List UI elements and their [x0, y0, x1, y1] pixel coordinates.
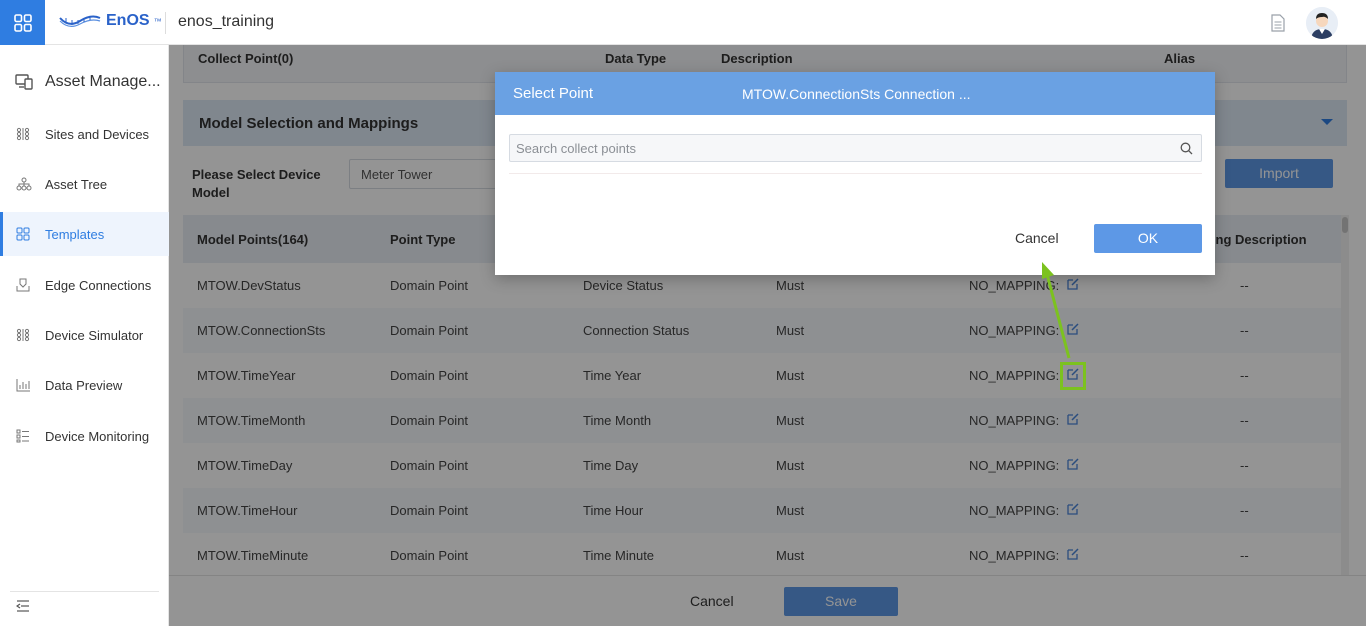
- select-point-dialog: Select Point MTOW.ConnectionSts Connecti…: [495, 72, 1215, 275]
- sidebar-item-label: Asset Tree: [45, 177, 108, 192]
- list-icon: [16, 429, 29, 443]
- dialog-divider: [509, 173, 1202, 174]
- document-icon[interactable]: [1270, 14, 1286, 35]
- edge-icon: [16, 278, 30, 292]
- collapse-sidebar-icon[interactable]: [15, 600, 30, 615]
- template-icon: [16, 227, 30, 241]
- dialog-ok-button[interactable]: OK: [1094, 224, 1202, 253]
- header-divider: [165, 12, 166, 34]
- simulator-icon: [16, 328, 30, 342]
- app-menu-button[interactable]: [0, 0, 45, 45]
- dialog-subtitle: MTOW.ConnectionSts Connection ...: [742, 86, 971, 102]
- sidebar-item-data-preview[interactable]: Data Preview: [0, 363, 169, 407]
- logo-text: EnOS: [106, 12, 150, 29]
- sidebar: Asset Manage... Sites and Devices Asset …: [0, 45, 169, 626]
- sidebar-header-label: Asset Manage...: [45, 73, 161, 90]
- collect-point-search[interactable]: [509, 134, 1202, 162]
- enos-logo[interactable]: EnOS ™: [58, 12, 162, 30]
- sidebar-item-label: Device Monitoring: [45, 429, 150, 444]
- search-input[interactable]: [516, 139, 1166, 157]
- chart-icon: [16, 379, 30, 392]
- sidebar-item-label: Data Preview: [45, 378, 123, 393]
- sidebar-item-device-simulator[interactable]: Device Simulator: [0, 313, 169, 357]
- grid-dots-icon: [16, 127, 30, 141]
- org-name[interactable]: enos_training: [178, 13, 274, 31]
- sidebar-item-asset-tree[interactable]: Asset Tree: [0, 162, 169, 206]
- sidebar-item-sites-and-devices[interactable]: Sites and Devices: [0, 112, 169, 156]
- sidebar-item-edge-connections[interactable]: Edge Connections: [0, 263, 169, 307]
- dialog-cancel-button[interactable]: Cancel: [1015, 230, 1059, 246]
- logo-wave-icon: [59, 15, 101, 27]
- sidebar-item-label: Edge Connections: [45, 278, 152, 293]
- top-bar: EnOS ™ enos_training: [0, 0, 1366, 45]
- app-grid-icon: [13, 13, 32, 32]
- sidebar-divider: [10, 591, 159, 592]
- sidebar-item-templates[interactable]: Templates: [0, 212, 169, 256]
- sidebar-header[interactable]: Asset Manage...: [0, 67, 169, 97]
- logo-trademark: ™: [153, 16, 162, 26]
- sidebar-item-label: Templates: [45, 227, 105, 242]
- dialog-header: Select Point MTOW.ConnectionSts Connecti…: [495, 72, 1215, 115]
- dialog-title: Select Point: [513, 85, 594, 102]
- sidebar-item-label: Device Simulator: [45, 328, 144, 343]
- asset-management-icon: [15, 74, 33, 90]
- sidebar-item-label: Sites and Devices: [45, 127, 150, 142]
- sidebar-item-device-monitoring[interactable]: Device Monitoring: [0, 414, 169, 458]
- search-icon[interactable]: [1180, 142, 1193, 155]
- user-avatar[interactable]: [1306, 7, 1338, 39]
- tree-icon: [16, 177, 32, 191]
